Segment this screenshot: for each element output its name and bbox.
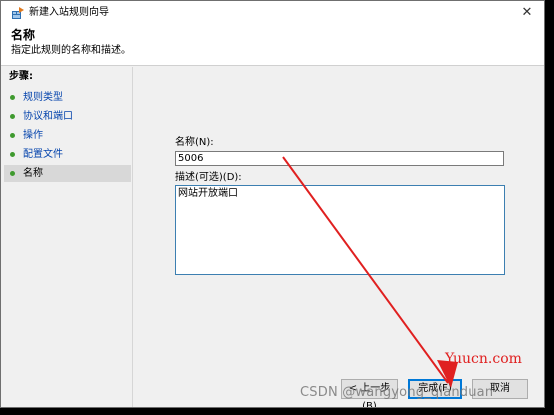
firewall-icon (12, 7, 24, 19)
page-title: 名称 (11, 28, 36, 42)
step-label: 协议和端口 (23, 111, 73, 122)
step-protocol-ports[interactable]: 协议和端口 (4, 108, 131, 125)
step-label: 规则类型 (23, 92, 63, 103)
wizard-window: 新建入站规则向导 ✕ 名称 指定此规则的名称和描述。 步骤: 规则类型 协议和端… (0, 0, 545, 408)
page-description: 指定此规则的名称和描述。 (11, 45, 131, 56)
step-rule-type[interactable]: 规则类型 (4, 89, 131, 106)
step-label: 配置文件 (23, 149, 63, 160)
close-button[interactable]: ✕ (510, 1, 544, 25)
steps-panel: 步骤: 规则类型 协议和端口 操作 配置文件 名称 (1, 67, 133, 407)
wizard-header: 名称 指定此规则的名称和描述。 (1, 25, 544, 66)
step-bullet-icon (10, 171, 15, 176)
step-profile[interactable]: 配置文件 (4, 146, 131, 163)
name-input[interactable]: 5006 (175, 151, 504, 166)
step-label: 名称 (23, 168, 43, 179)
name-label: 名称(N): (175, 137, 214, 148)
step-bullet-icon (10, 133, 15, 138)
description-label: 描述(可选)(D): (175, 172, 242, 183)
steps-title: 步骤: (9, 71, 33, 82)
title-bar: 新建入站规则向导 ✕ (1, 1, 544, 25)
window-title: 新建入站规则向导 (29, 7, 109, 18)
watermark-csdn: CSDN @wangyong_qianduan (300, 385, 494, 400)
watermark-yuucn: Yuucn.com (445, 351, 522, 367)
step-bullet-icon (10, 152, 15, 157)
step-name[interactable]: 名称 (4, 165, 131, 182)
description-textarea[interactable]: 网站开放端口 (175, 185, 505, 275)
step-action[interactable]: 操作 (4, 127, 131, 144)
step-bullet-icon (10, 95, 15, 100)
step-bullet-icon (10, 114, 15, 119)
step-label: 操作 (23, 130, 43, 141)
